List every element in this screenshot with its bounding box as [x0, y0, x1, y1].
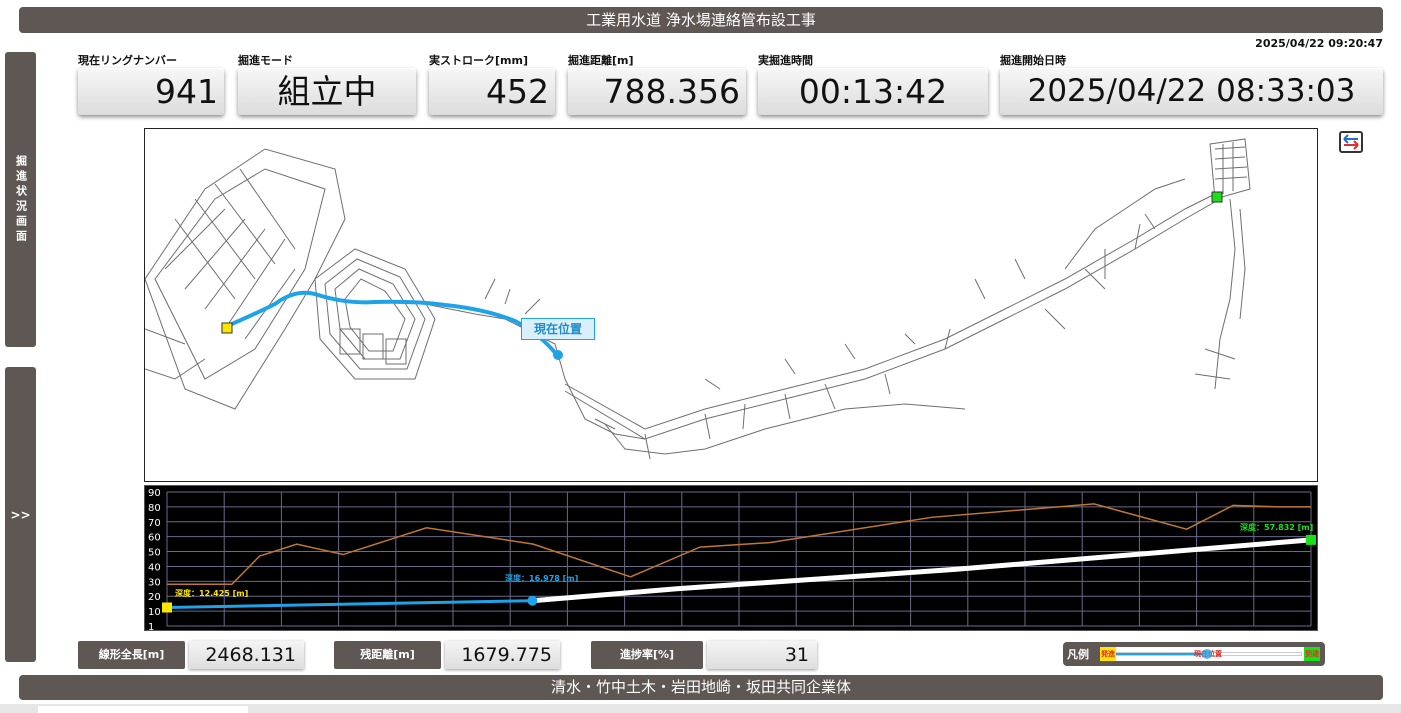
profile-y-tick: 50: [148, 548, 161, 559]
remaining-distance-value: 1679.775: [445, 641, 560, 669]
mode-label: 掘進モード: [238, 54, 293, 67]
profile-y-tick: 70: [148, 518, 161, 529]
profile-y-tick: 40: [148, 562, 161, 573]
ring-number-metric: 現在リングナンバー 941: [78, 52, 224, 115]
start-time-value: 2025/04/22 08:33:03: [1000, 68, 1383, 115]
progress-stat: 進捗率[%] 31: [591, 641, 817, 669]
profile-start-marker: [162, 602, 172, 613]
progress-value: 31: [707, 641, 817, 669]
legend-title: 凡例: [1067, 648, 1089, 661]
total-length-value: 2468.131: [189, 641, 304, 669]
profile-end-marker: [1306, 534, 1316, 545]
profile-y-tick: 80: [148, 503, 161, 514]
legend-end: 到達: [1304, 647, 1320, 661]
profile-series-planned: [532, 537, 1312, 604]
profile-y-tick: 30: [148, 577, 161, 588]
distance-value: 788.356: [568, 68, 746, 115]
distance-metric: 掘進距離[m] 788.356: [568, 52, 746, 115]
total-length-stat: 線形全長[m] 2468.131: [78, 641, 304, 669]
ring-number-label: 現在リングナンバー: [78, 54, 177, 67]
current-depth-label: 深度：16.978 [m]: [505, 574, 579, 583]
legend-track: 発進 現在位置 到達: [1100, 647, 1320, 661]
ring-number-value: 941: [78, 68, 224, 115]
stroke-label: 実ストローク[mm]: [429, 54, 528, 67]
remaining-distance-label: 残距離[m]: [334, 641, 441, 669]
expand-button[interactable]: >>: [5, 367, 36, 662]
route-map[interactable]: 現在位置: [144, 128, 1318, 482]
total-length-label: 線形全長[m]: [78, 641, 185, 669]
legend-current-dot: [1202, 649, 1212, 659]
elapsed-time-label: 実掘進時間: [758, 54, 813, 67]
mode-value: 組立中: [238, 68, 416, 115]
profile-y-tick: 1: [148, 622, 154, 631]
elapsed-time-metric: 実掘進時間 00:13:42: [758, 52, 988, 115]
legend-start: 発進: [1100, 647, 1116, 661]
profile-y-tick: 90: [148, 488, 161, 499]
current-position-callout: 現在位置: [521, 318, 595, 340]
remaining-distance-stat: 残距離[m] 1679.775: [334, 641, 560, 669]
end-point-marker: [1211, 191, 1223, 203]
swap-arrows-icon: [1343, 134, 1359, 150]
start-depth-label: 深度：12.425 [m]: [175, 589, 249, 598]
distance-label: 掘進距離[m]: [568, 54, 634, 67]
profile-current-marker: [527, 595, 538, 606]
start-time-metric: 掘進開始日時 2025/04/22 08:33:03: [1000, 52, 1383, 115]
bottom-tab[interactable]: [38, 706, 248, 713]
bottom-strip: [0, 704, 1401, 713]
start-time-label: 掘進開始日時: [1000, 54, 1066, 67]
end-depth-label: 深度：57.832 [m]: [1240, 523, 1314, 532]
current-datetime: 2025/04/22 09:20:47: [1255, 37, 1383, 50]
progress-label: 進捗率[%]: [591, 641, 703, 669]
profile-series-driven: [166, 599, 533, 610]
profile-chart: 90 80 70 60 50 40 30 20 10 1 深度：12.425 [m] 深度：16.…: [144, 485, 1318, 631]
profile-chart-svg: 90 80 70 60 50 40 30 20 10 1: [148, 488, 1316, 631]
elapsed-time-value: 00:13:42: [758, 68, 988, 115]
profile-y-tick: 10: [148, 607, 161, 618]
legend: 凡例 発進 現在位置 到達: [1063, 642, 1325, 666]
stroke-value: 452: [429, 68, 555, 115]
map-linework: [145, 138, 1251, 460]
mode-metric: 掘進モード 組立中: [238, 52, 416, 115]
start-point-marker: [221, 322, 233, 334]
stroke-metric: 実ストローク[mm] 452: [429, 52, 555, 115]
current-position-marker: [553, 350, 563, 360]
profile-y-tick: 60: [148, 533, 161, 544]
route-map-drawing: [145, 138, 1251, 460]
status-screen-tab[interactable]: 掘進状況画面: [5, 52, 36, 347]
profile-y-tick: 20: [148, 592, 161, 603]
app-title: 工業用水道 浄水場連絡管布設工事: [19, 7, 1383, 33]
swap-view-button[interactable]: [1339, 131, 1363, 153]
company-footer: 清水・竹中土木・岩田地崎・坂田共同企業体: [19, 675, 1383, 700]
